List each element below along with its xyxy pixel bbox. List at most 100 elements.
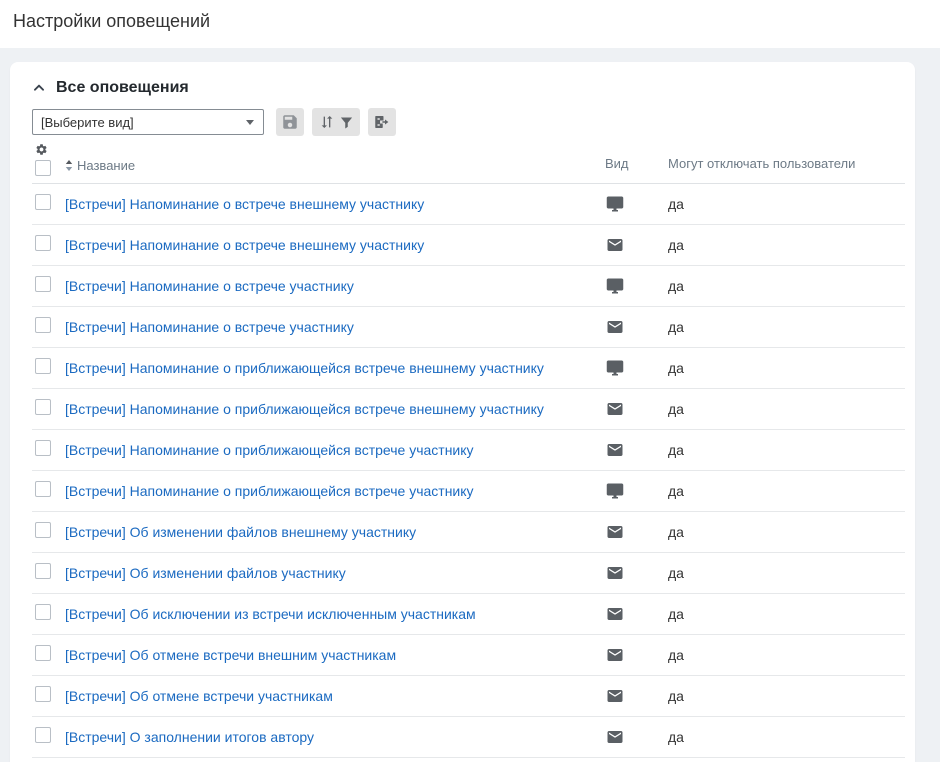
select-all-checkbox[interactable] xyxy=(35,160,51,176)
mail-icon xyxy=(606,318,624,336)
table-row: [Встречи] Напоминание о встрече участник… xyxy=(32,307,905,348)
notification-link[interactable]: [Встречи] Напоминание о встрече участник… xyxy=(62,319,598,335)
sort-arrows-icon[interactable] xyxy=(65,160,73,171)
column-header-type: Вид xyxy=(598,155,660,173)
mail-icon xyxy=(606,400,624,418)
sort-filter-button[interactable] xyxy=(312,108,360,136)
view-select-value: [Выберите вид] xyxy=(41,115,134,130)
mail-icon xyxy=(606,236,624,254)
notification-link[interactable]: [Встречи] Об изменении файлов внешнему у… xyxy=(62,524,598,540)
table-row: [Встречи] Напоминание о встрече внешнему… xyxy=(32,225,905,266)
row-checkbox[interactable] xyxy=(35,194,51,210)
table-row: [Встречи] Напоминание о встрече участник… xyxy=(32,266,905,307)
monitor-icon xyxy=(606,277,624,295)
table-row: [Встречи] Об изменении файлов участнику … xyxy=(32,553,905,594)
row-checkbox[interactable] xyxy=(35,727,51,743)
mail-icon xyxy=(606,523,624,541)
chevron-up-icon xyxy=(32,81,46,95)
can-disable-value: да xyxy=(660,606,905,622)
save-button[interactable] xyxy=(276,108,304,136)
can-disable-value: да xyxy=(660,729,905,745)
row-checkbox[interactable] xyxy=(35,358,51,374)
mail-icon xyxy=(606,441,624,459)
row-checkbox[interactable] xyxy=(35,317,51,333)
notification-link[interactable]: [Встречи] Об исключении из встречи исклю… xyxy=(62,606,598,622)
mail-icon xyxy=(606,646,624,664)
can-disable-value: да xyxy=(660,688,905,704)
row-checkbox[interactable] xyxy=(35,276,51,292)
notification-link[interactable]: [Встречи] Об отмене встречи внешним учас… xyxy=(62,647,598,663)
export-button[interactable] xyxy=(368,108,396,136)
sort-icon xyxy=(319,114,335,130)
table-row: [Встречи] Об отмене встречи участникам д… xyxy=(32,676,905,717)
column-label-can-disable: Могут отключать пользователи xyxy=(668,156,855,171)
table-row: [Встречи] Об отмене встречи внешним учас… xyxy=(32,635,905,676)
column-label-name: Название xyxy=(77,158,135,173)
can-disable-value: да xyxy=(660,278,905,294)
can-disable-value: да xyxy=(660,401,905,417)
notification-link[interactable]: [Встречи] О заполнении итогов автору xyxy=(62,729,598,745)
mail-icon xyxy=(606,605,624,623)
notification-link[interactable]: [Встречи] Напоминание о встрече участник… xyxy=(62,278,598,294)
row-checkbox[interactable] xyxy=(35,645,51,661)
row-checkbox[interactable] xyxy=(35,604,51,620)
page-title: Настройки оповещений xyxy=(13,11,940,32)
mail-icon xyxy=(606,728,624,746)
view-select[interactable]: [Выберите вид] xyxy=(32,109,264,135)
column-label-type: Вид xyxy=(605,156,629,171)
table-row: [Встречи] Напоминание о приближающейся в… xyxy=(32,430,905,471)
table-row: [Встречи] Напоминание о встрече внешнему… xyxy=(32,184,905,225)
table-row: [Встречи] Напоминание о приближающейся в… xyxy=(32,348,905,389)
can-disable-value: да xyxy=(660,483,905,499)
notification-link[interactable]: [Встречи] Об изменении файлов участнику xyxy=(62,565,598,581)
monitor-icon xyxy=(606,482,624,500)
column-header-can-disable: Могут отключать пользователи xyxy=(660,155,905,173)
table-row: [Встречи] О заполнении итогов автору да xyxy=(32,717,905,758)
notification-link[interactable]: [Встречи] Напоминание о приближающейся в… xyxy=(62,483,598,499)
notification-link[interactable]: [Встречи] Напоминание о встрече внешнему… xyxy=(62,196,598,212)
row-checkbox[interactable] xyxy=(35,481,51,497)
can-disable-value: да xyxy=(660,442,905,458)
notification-link[interactable]: [Встречи] Напоминание о встрече внешнему… xyxy=(62,237,598,253)
mail-icon xyxy=(606,564,624,582)
notification-link[interactable]: [Встречи] Об отмене встречи участникам xyxy=(62,688,598,704)
panel-title: Все оповещения xyxy=(56,79,189,97)
collapse-button[interactable] xyxy=(32,81,46,95)
chevron-down-icon xyxy=(246,120,254,125)
row-checkbox[interactable] xyxy=(35,440,51,456)
panel-header: Все оповещения xyxy=(32,79,905,97)
column-header-name[interactable]: Название xyxy=(62,158,598,173)
table-header: Название Вид Могут отключать пользовател… xyxy=(32,143,905,184)
can-disable-value: да xyxy=(660,524,905,540)
row-checkbox[interactable] xyxy=(35,686,51,702)
can-disable-value: да xyxy=(660,360,905,376)
mail-icon xyxy=(606,687,624,705)
row-checkbox[interactable] xyxy=(35,563,51,579)
can-disable-value: да xyxy=(660,647,905,663)
table-row: [Встречи] Напоминание о приближающейся в… xyxy=(32,389,905,430)
save-icon xyxy=(281,113,299,131)
gear-icon[interactable] xyxy=(35,143,48,156)
row-checkbox[interactable] xyxy=(35,399,51,415)
table-row: [Встречи] Напоминание о приближающейся в… xyxy=(32,471,905,512)
can-disable-value: да xyxy=(660,565,905,581)
notification-link[interactable]: [Встречи] Напоминание о приближающейся в… xyxy=(62,401,598,417)
can-disable-value: да xyxy=(660,319,905,335)
table-row: [Встречи] Об исключении из встречи исклю… xyxy=(32,594,905,635)
page-content: Все оповещения [Выберите вид] xyxy=(0,48,940,762)
table-row: [Встречи] Об изменении файлов внешнему у… xyxy=(32,512,905,553)
toolbar: [Выберите вид] xyxy=(32,108,905,136)
notifications-panel: Все оповещения [Выберите вид] xyxy=(10,62,915,762)
filter-icon xyxy=(339,115,354,130)
export-icon xyxy=(373,113,391,131)
can-disable-value: да xyxy=(660,196,905,212)
notification-link[interactable]: [Встречи] Напоминание о приближающейся в… xyxy=(62,442,598,458)
can-disable-value: да xyxy=(660,237,905,253)
monitor-icon xyxy=(606,195,624,213)
row-checkbox[interactable] xyxy=(35,522,51,538)
page-header: Настройки оповещений xyxy=(0,0,940,48)
notification-link[interactable]: [Встречи] Напоминание о приближающейся в… xyxy=(62,360,598,376)
monitor-icon xyxy=(606,359,624,377)
row-checkbox[interactable] xyxy=(35,235,51,251)
table-body: [Встречи] Напоминание о встрече внешнему… xyxy=(32,184,905,758)
